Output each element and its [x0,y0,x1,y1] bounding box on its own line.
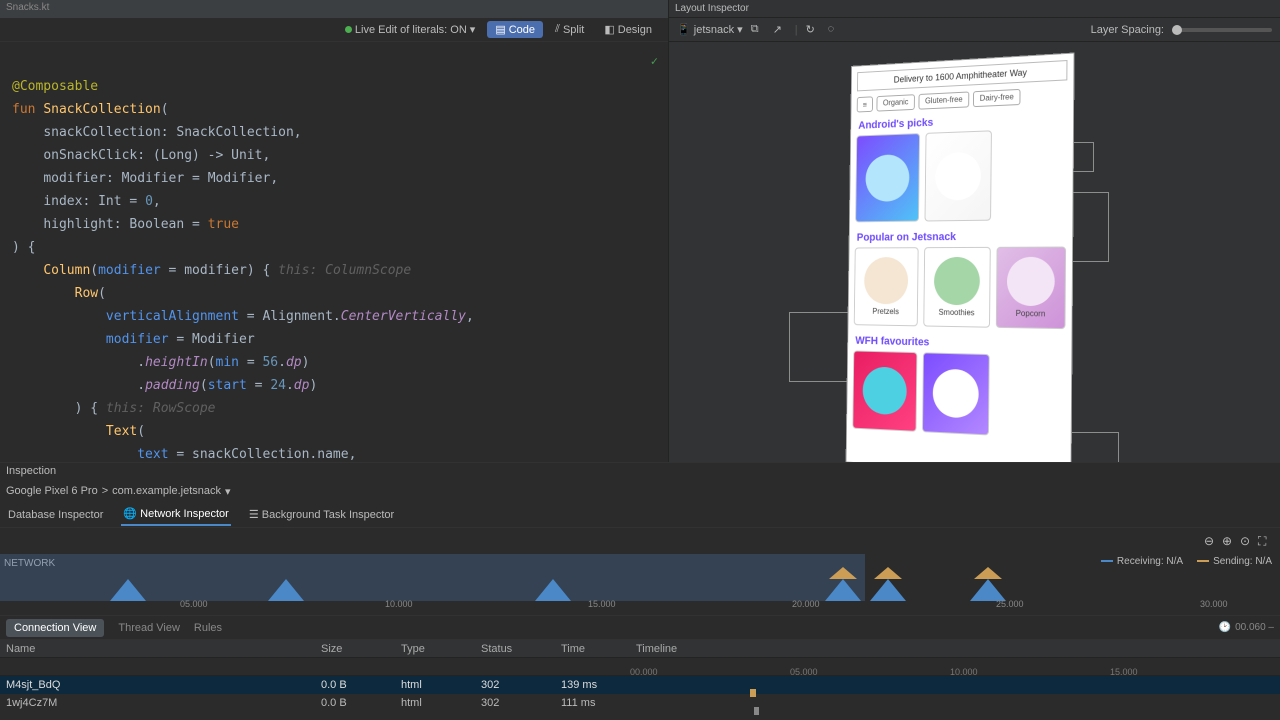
filter-icon[interactable]: ≡ [857,96,873,112]
tab-database[interactable]: Database Inspector [6,505,105,525]
refresh-icon[interactable]: ↻ [806,23,820,37]
zoom-fit-icon[interactable]: ⛶ [1258,534,1272,548]
zoom-in-icon[interactable]: ⊕ [1222,534,1236,548]
code-editor[interactable]: ✓@Composable fun SnackCollection( snackC… [0,42,668,462]
live-edit-toggle[interactable]: Live Edit of literals: ON ▾ [337,21,483,38]
live-icon[interactable]: ◌ [828,23,842,37]
section-popular: Popular on Jetsnack [857,230,1065,244]
network-timeline[interactable]: NETWORK Receiving: N/A Sending: N/A 05.0… [0,554,1280,616]
table-row[interactable]: 1wj4Cz7M0.0 Bhtml302111 ms [0,694,1280,712]
view-split-button[interactable]: ⫽ Split [547,21,592,38]
view-code-button[interactable]: ▤ Code [487,21,543,38]
table-row[interactable]: M4sjt_BdQ0.0 Bhtml302139 ms [0,676,1280,694]
device-preview[interactable]: Delivery to 1600 Amphitheater Way ≡ Orga… [846,52,1075,462]
card-wfh-1[interactable] [852,350,917,431]
subtab-rules[interactable]: Rules [194,622,222,634]
chip-gluten[interactable]: Gluten-free [918,91,969,109]
view-design-button[interactable]: ◧ Design [596,21,660,38]
chip-organic[interactable]: Organic [876,94,915,111]
device-breadcrumb[interactable]: Google Pixel 6 Pro > com.example.jetsnac… [0,480,1280,502]
table-header: NameSizeTypeStatusTimeTimeline [0,640,1280,658]
check-icon: ✓ [651,50,658,73]
address-bar: Delivery to 1600 Amphitheater Way [857,60,1067,91]
layout-canvas[interactable]: Delivery to 1600 Amphitheater Way ≡ Orga… [669,42,1280,462]
zoom-reset-icon[interactable]: ⊙ [1240,534,1254,548]
subtab-connection[interactable]: Connection View [6,619,104,637]
process-dropdown[interactable]: 📱 jetsnack ▾ [677,23,743,36]
card-popcorn[interactable]: Popcorn [996,247,1066,330]
layout-inspector-title: Layout Inspector [669,0,1280,18]
layer-spacing-slider[interactable] [1172,28,1272,32]
inspection-title: Inspection [0,462,1280,480]
chip-dairy[interactable]: Dairy-free [973,89,1021,107]
legend-sending: Sending: N/A [1197,556,1272,567]
card-pick-1[interactable] [855,133,920,222]
snapshot-icon[interactable]: ⧉ [751,23,765,37]
legend-receiving: Receiving: N/A [1101,556,1183,567]
subtab-thread[interactable]: Thread View [118,622,180,634]
section-wfh: WFH favourites [855,335,1063,352]
zoom-out-icon[interactable]: ⊖ [1204,534,1218,548]
tab-background[interactable]: ☰ Background Task Inspector [247,504,396,525]
card-pick-2[interactable] [925,130,992,221]
layer-spacing-label: Layer Spacing: [1091,24,1164,36]
export-icon[interactable]: ↗ [773,23,787,37]
card-pretzels[interactable]: Pretzels [854,247,919,326]
tab-network[interactable]: 🌐 Network Inspector [121,503,230,526]
card-wfh-2[interactable] [922,352,990,435]
live-edit-label: Live Edit of literals: ON [355,24,467,36]
time-range: 🕑 00.060 – [1219,622,1274,633]
card-smoothies[interactable]: Smoothies [923,247,990,328]
editor-tab[interactable]: Snacks.kt [0,0,668,18]
